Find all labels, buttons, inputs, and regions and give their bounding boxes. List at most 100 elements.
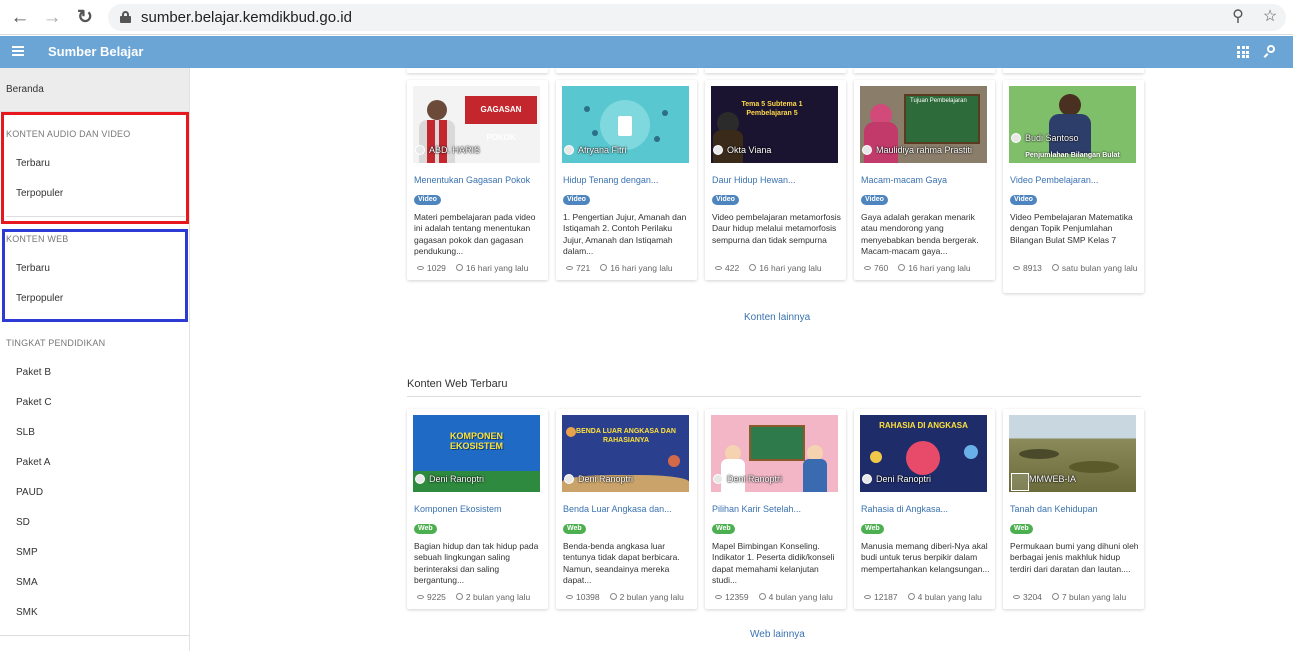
sidebar-item-paket-b[interactable]: Paket B [16,367,51,378]
sidebar-item-paket-a[interactable]: Paket A [16,457,50,468]
clock-icon [600,264,608,272]
card-title[interactable]: Macam-macam Gaya [861,175,947,185]
author-tag: Deni Ranoptri [862,474,931,484]
sidebar-item-smp[interactable]: SMP [16,547,38,558]
card-title[interactable]: Benda Luar Angkasa dan... [563,504,672,514]
back-arrow-icon[interactable]: ← [9,7,31,29]
sidebar: Beranda KONTEN AUDIO DAN VIDEO Terbaru T… [0,68,190,651]
card-edge [556,68,697,73]
card-description: 1. Pengertian Jujur, Amanah dan Istiqama… [563,212,687,257]
card-title[interactable]: Tanah dan Kehidupan [1010,504,1098,514]
bookmark-star-icon[interactable]: ☆ [1260,7,1280,27]
video-thumbnail[interactable]: Tema 5 Subtema 1 Pembelajaran 5 Okta Via… [711,86,838,163]
web-thumbnail[interactable]: BENDA LUAR ANGKASA DAN RAHASIANYA Deni R… [562,415,689,492]
card-title[interactable]: Komponen Ekosistem [414,504,502,514]
author-tag: Okta Viana [713,145,771,155]
zoom-icon[interactable]: ⚲ [1228,7,1248,27]
web-card[interactable]: BENDA LUAR ANGKASA DAN RAHASIANYA Deni R… [556,409,697,609]
sidebar-item-smk[interactable]: SMK [16,607,38,618]
clock-icon [455,264,463,272]
video-thumbnail[interactable]: Afryana Fitri [562,86,689,163]
sidebar-item-paket-c[interactable]: Paket C [16,397,52,408]
avatar-icon [564,474,574,484]
card-description: Bagian hidup dan tak hidup pada sebuah l… [414,541,539,586]
highlight-box-blue [2,229,188,322]
app-title[interactable]: Sumber Belajar [48,44,143,59]
web-card[interactable]: MMWEB-IA Tanah dan Kehidupan Web Permuka… [1003,409,1144,609]
thumb-caption: BENDA LUAR ANGKASA DAN RAHASIANYA [576,428,676,444]
card-title[interactable]: Daur Hidup Hewan... [712,175,796,185]
card-description: Benda-benda angkasa luar tentunya tidak … [563,541,680,586]
sidebar-heading-levels: TINGKAT PENDIDIKAN [6,338,106,348]
video-card[interactable]: GAGASAN POKOK ABD. HARIS Menentukan Gaga… [407,80,548,280]
type-badge: Video [563,195,590,205]
web-card[interactable]: Deni Ranoptri Pilihan Karir Setelah... W… [705,409,846,609]
card-edge [854,68,995,73]
forward-arrow-icon[interactable]: → [41,7,63,29]
eye-icon [715,265,722,270]
divider [0,635,189,636]
thumb-caption: Tujuan Pembelajaran [910,98,967,104]
thumb-caption: KOMPONEN EKOSISTEM [449,431,503,451]
web-card[interactable]: KOMPONEN EKOSISTEM Deni Ranoptri Kompone… [407,409,548,609]
web-thumbnail[interactable]: MMWEB-IA [1009,415,1136,492]
author-tag: ABD. HARIS [415,145,480,155]
card-title[interactable]: Rahasia di Angkasa... [861,504,948,514]
card-edge [705,68,846,73]
video-thumbnail[interactable]: Penjumlahan Bilangan Bulat Budi Santoso [1009,86,1136,163]
author-tag: Afryana Fitri [564,145,627,155]
sidebar-item-beranda[interactable]: Beranda [0,68,189,112]
sidebar-item-sd[interactable]: SD [16,517,30,528]
avatar-icon [415,474,425,484]
avatar-icon [713,145,723,155]
video-card[interactable]: Afryana Fitri Hidup Tenang dengan... Vid… [556,80,697,280]
web-thumbnail[interactable]: RAHASIA DI ANGKASA Deni Ranoptri [860,415,987,492]
video-thumbnail[interactable]: Tujuan Pembelajaran Maulidiya rahma Pras… [860,86,987,163]
thumb-caption: RAHASIA DI ANGKASA [879,421,968,430]
clock-icon [1051,264,1059,272]
eye-icon [864,265,871,270]
video-thumbnail[interactable]: GAGASAN POKOK ABD. HARIS [413,86,540,163]
card-title[interactable]: Pilihan Karir Setelah... [712,504,801,514]
type-badge: Web [414,524,437,534]
browser-toolbar: ← → ↻ sumber.belajar.kemdikbud.go.id ⚲ ☆ [0,0,1293,35]
search-icon[interactable] [1263,44,1278,58]
video-card[interactable]: Tujuan Pembelajaran Maulidiya rahma Pras… [854,80,995,280]
more-content-link[interactable]: Konten lainnya [744,312,810,323]
video-card[interactable]: Penjumlahan Bilangan Bulat Budi Santoso … [1003,80,1144,293]
apps-grid-icon[interactable] [1237,46,1249,58]
avatar-icon [564,145,574,155]
card-edge [1003,68,1144,73]
reload-icon[interactable]: ↻ [74,7,96,29]
card-description: Video Pembelajaran Matematika dengan Top… [1010,212,1133,245]
sidebar-item-paud[interactable]: PAUD [16,487,43,498]
web-card[interactable]: RAHASIA DI ANGKASA Deni Ranoptri Rahasia… [854,409,995,609]
card-description: Mapel Bimbingan Konseling. Indikator 1. … [712,541,835,586]
sidebar-item-slb[interactable]: SLB [16,427,35,438]
web-thumbnail[interactable]: Deni Ranoptri [711,415,838,492]
eye-icon [566,265,573,270]
card-title[interactable]: Menentukan Gagasan Pokok [414,175,530,185]
lock-icon [120,11,131,23]
more-web-link[interactable]: Web lainnya [750,629,805,640]
eye-icon [864,594,871,599]
highlight-box-red [1,112,189,224]
divider [407,396,1141,397]
web-thumbnail[interactable]: KOMPONEN EKOSISTEM Deni Ranoptri [413,415,540,492]
type-badge: Video [712,195,739,205]
address-bar[interactable]: sumber.belajar.kemdikbud.go.id ⚲ ☆ [108,4,1286,31]
card-description: Video pembelajaran metamorfosis Daur hid… [712,212,841,245]
menu-icon[interactable] [12,46,24,56]
type-badge: Web [1010,524,1033,534]
eye-icon [566,594,573,599]
clock-icon [749,264,757,272]
main-content: GAGASAN POKOK ABD. HARIS Menentukan Gaga… [191,68,1293,651]
card-description: Permukaan bumi yang dihuni oleh berbagai… [1010,541,1139,574]
avatar-icon [1011,133,1021,143]
video-card[interactable]: Tema 5 Subtema 1 Pembelajaran 5 Okta Via… [705,80,846,280]
url-text[interactable]: sumber.belajar.kemdikbud.go.id [141,9,352,26]
type-badge: Web [563,524,586,534]
card-title[interactable]: Video Pembelajaran... [1010,175,1098,185]
card-title[interactable]: Hidup Tenang dengan... [563,175,658,185]
sidebar-item-sma[interactable]: SMA [16,577,38,588]
